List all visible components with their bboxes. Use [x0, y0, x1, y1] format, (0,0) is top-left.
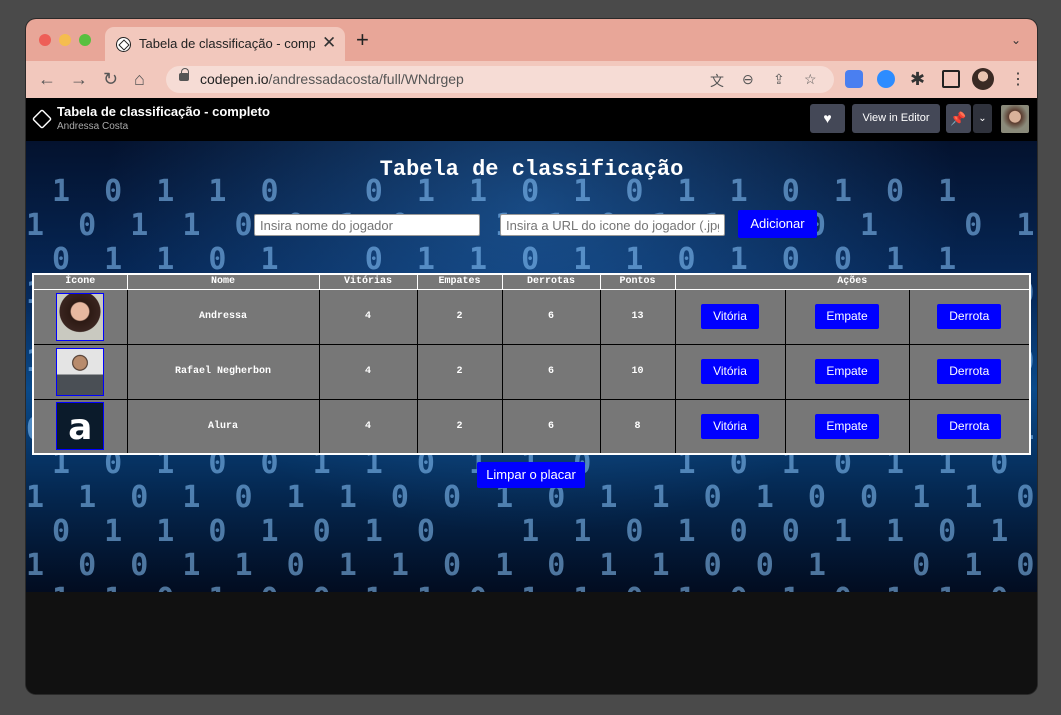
address-bar[interactable]: codepen.io/andressadacosta/full/WNdrgep …	[166, 66, 834, 93]
win-cell: Vitória	[674, 343, 786, 400]
draw-cell: Empate	[784, 288, 910, 345]
draws-value: 2	[416, 343, 503, 400]
lock-icon[interactable]	[179, 68, 189, 81]
draw-button[interactable]: Empate	[815, 304, 879, 329]
pen-author[interactable]: Andressa Costa	[57, 121, 128, 132]
codepen-favicon-icon	[116, 37, 131, 52]
browser-window: Tabela de classificação - completo ✕ + ⌄…	[26, 19, 1037, 694]
new-tab-button[interactable]: +	[356, 29, 369, 51]
win-cell: Vitória	[674, 288, 786, 345]
loss-cell: Derrota	[908, 343, 1031, 400]
loss-cell: Derrota	[908, 398, 1031, 455]
player-icon-url-input[interactable]	[500, 214, 725, 236]
chevron-down-icon[interactable]: ⌄	[1011, 33, 1021, 47]
header-points: Pontos	[599, 273, 676, 290]
close-tab-icon[interactable]: ✕	[322, 33, 336, 53]
win-button[interactable]: Vitória	[701, 359, 759, 384]
home-icon[interactable]: ⌂	[134, 68, 145, 90]
draw-cell: Empate	[784, 343, 910, 400]
win-button[interactable]: Vitória	[701, 304, 759, 329]
codepen-header: Tabela de classificação - completo Andre…	[26, 98, 1037, 141]
points-value: 8	[599, 398, 676, 455]
wins-value: 4	[318, 398, 418, 455]
header-losses: Derrotas	[501, 273, 601, 290]
reload-icon[interactable]: ↻	[103, 68, 118, 90]
bookmark-star-icon[interactable]: ☆	[804, 71, 817, 88]
points-value: 13	[599, 288, 676, 345]
view-in-editor-button[interactable]: View in Editor	[852, 104, 940, 133]
empty-area	[26, 592, 1037, 694]
alura-logo-icon: a	[68, 407, 93, 449]
tab-title: Tabela de classificação - completo	[139, 36, 315, 51]
page-title: Tabela de classificação	[379, 157, 684, 182]
loss-cell: Derrota	[908, 288, 1031, 345]
codepen-logo-icon[interactable]	[31, 108, 53, 130]
zoom-out-icon[interactable]: ⊖	[742, 71, 754, 88]
draws-value: 2	[416, 398, 503, 455]
player-icon-cell	[32, 343, 128, 400]
player-avatar: a	[56, 402, 105, 451]
side-panel-icon[interactable]	[942, 70, 960, 88]
google-translate-extension-icon[interactable]	[845, 70, 863, 88]
browser-tab[interactable]: Tabela de classificação - completo ✕	[105, 27, 345, 61]
forward-arrow-icon[interactable]: →	[70, 68, 88, 90]
player-avatar	[56, 347, 105, 396]
zoom-extension-icon[interactable]	[877, 70, 895, 88]
codepen-user-avatar[interactable]	[1001, 105, 1029, 133]
browser-toolbar: ← → ↻ ⌂ codepen.io/andressadacosta/full/…	[26, 61, 1037, 98]
table-row: Andressa 4 2 6 13 Vitória Empate Derrota	[32, 288, 1031, 345]
pin-icon[interactable]: 📌	[946, 104, 971, 133]
browser-menu-icon[interactable]: ⋮	[1010, 69, 1026, 89]
close-window-button[interactable]	[39, 34, 51, 46]
loss-button[interactable]: Derrota	[937, 359, 1002, 384]
draw-button[interactable]: Empate	[815, 413, 879, 439]
player-name: Andressa	[126, 288, 320, 345]
profile-avatar[interactable]	[972, 68, 994, 90]
minimize-window-button[interactable]	[59, 34, 71, 46]
pen-title: Tabela de classificação - completo	[57, 104, 270, 119]
reset-scoreboard-button[interactable]: Limpar o placar	[477, 462, 585, 488]
draw-cell: Empate	[784, 398, 910, 455]
back-arrow-icon[interactable]: ←	[38, 68, 56, 90]
player-avatar	[56, 292, 105, 341]
extensions-puzzle-icon[interactable]: ✱	[910, 68, 925, 90]
pen-preview: 1 0 1 1 0 0 1 1 0 1 0 1 1 0 1 0 1 1 0 0 …	[26, 141, 1037, 592]
win-button[interactable]: Vitória	[701, 413, 759, 439]
player-name: Alura	[126, 398, 320, 455]
header-draws: Empates	[416, 273, 503, 290]
wins-value: 4	[318, 343, 418, 400]
header-icon: Ícone	[32, 273, 128, 290]
losses-value: 6	[501, 343, 601, 400]
table-row: a Alura 4 2 6 8 Vitória Empate Derrota	[32, 398, 1031, 455]
header-name: Nome	[126, 273, 320, 290]
header-actions: Ações	[674, 273, 1031, 290]
table-row: Rafael Negherbon 4 2 6 10 Vitória Empate…	[32, 343, 1031, 400]
draw-button[interactable]: Empate	[815, 359, 879, 384]
draws-value: 2	[416, 288, 503, 345]
add-player-button[interactable]: Adicionar	[738, 210, 817, 238]
translate-icon[interactable]: 文	[710, 71, 724, 91]
player-name-input[interactable]	[254, 214, 480, 236]
losses-value: 6	[501, 398, 601, 455]
player-name: Rafael Negherbon	[126, 343, 320, 400]
pin-menu-chevron-icon[interactable]: ⌄	[973, 104, 992, 133]
loss-button[interactable]: Derrota	[937, 413, 1002, 439]
losses-value: 6	[501, 288, 601, 345]
share-icon[interactable]: ⇪	[773, 71, 785, 88]
url-text: codepen.io/andressadacosta/full/WNdrgep	[200, 71, 464, 87]
player-icon-cell	[32, 288, 128, 345]
leaderboard-table: Ícone Nome Vitórias Empates Derrotas Pon…	[32, 273, 1031, 455]
wins-value: 4	[318, 288, 418, 345]
win-cell: Vitória	[674, 398, 786, 455]
player-icon-cell: a	[32, 398, 128, 455]
header-wins: Vitórias	[318, 273, 418, 290]
heart-icon[interactable]: ♥	[810, 104, 845, 133]
loss-button[interactable]: Derrota	[937, 304, 1002, 329]
tab-strip: Tabela de classificação - completo ✕ + ⌄	[26, 19, 1037, 61]
maximize-window-button[interactable]	[79, 34, 91, 46]
points-value: 10	[599, 343, 676, 400]
